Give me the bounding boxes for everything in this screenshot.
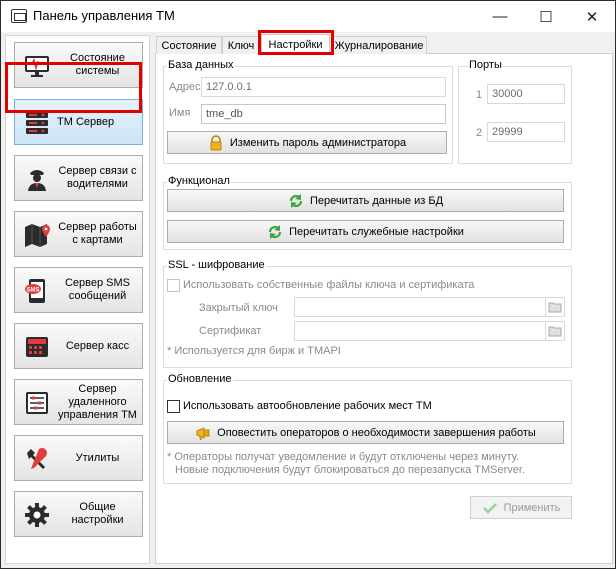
minimize-button[interactable]: — — [477, 1, 523, 32]
close-button[interactable]: ✕ — [569, 1, 615, 32]
folder-icon — [548, 302, 561, 313]
browse-private-key-button[interactable] — [545, 297, 563, 317]
certificate-field[interactable] — [294, 321, 565, 341]
port1-field[interactable]: 30000 — [487, 84, 565, 104]
svg-text:SMS: SMS — [26, 288, 39, 294]
reload-db-button[interactable]: Перечитать данные из БД — [167, 189, 564, 212]
tools-icon — [27, 448, 47, 469]
window-title: Панель управления ТМ — [33, 8, 175, 23]
sidebar-item-label: Утилиты — [75, 451, 120, 464]
notify-operators-label: Оповестить операторов о необходимости за… — [217, 426, 536, 439]
refresh-icon — [268, 224, 282, 239]
refresh-icon — [289, 193, 303, 208]
title-bar: Панель управления ТМ — ☐ ✕ — [1, 1, 615, 32]
sidebar-item-general-settings[interactable]: Общие настройки — [14, 491, 143, 537]
sidebar-item-utilities[interactable]: Утилиты — [14, 435, 143, 481]
db-name-label: Имя — [169, 107, 191, 119]
port1-label: 1 — [476, 89, 483, 101]
map-icon — [25, 224, 50, 247]
lock-icon — [210, 134, 222, 150]
driver-icon — [28, 170, 46, 191]
browse-certificate-button[interactable] — [545, 321, 563, 341]
update-legend: Обновление — [167, 373, 233, 385]
private-key-label: Закрытый ключ — [199, 302, 278, 314]
ssl-legend: SSL - шифрование — [167, 259, 266, 271]
sidebar-item-map-server[interactable]: Сервер работы с картами — [14, 211, 143, 257]
apply-button[interactable]: Применить — [470, 496, 572, 519]
megaphone-icon — [196, 426, 210, 440]
gear-icon — [25, 503, 49, 527]
server-icon — [26, 112, 48, 134]
sidebar-item-cash-server[interactable]: Сервер касс — [14, 323, 143, 369]
address-label: Адрес — [169, 81, 201, 93]
functional-legend: Функционал — [167, 175, 231, 187]
checkmark-icon — [482, 502, 497, 514]
sidebar-item-label: Сервер работы с картами — [58, 221, 137, 246]
port2-field[interactable]: 29999 — [487, 122, 565, 142]
db-name-field[interactable]: tme_db — [201, 104, 446, 124]
sidebar-item-driver-server[interactable]: Сервер связи с водителями — [14, 155, 143, 201]
private-key-field[interactable] — [294, 297, 565, 317]
app-icon — [11, 9, 27, 23]
sidebar-item-label: Сервер SMS сообщений — [64, 277, 131, 302]
port2-label: 2 — [476, 127, 483, 139]
sidebar-item-label: Сервер касс — [65, 339, 130, 352]
apply-label: Применить — [503, 501, 561, 514]
tab-selection-highlight — [258, 30, 334, 55]
ports-group — [458, 66, 572, 164]
reload-settings-button[interactable]: Перечитать служебные настройки — [167, 220, 564, 243]
sidebar-item-remote-control-server[interactable]: Сервер удаленного управления ТМ — [14, 379, 143, 425]
sidebar-item-label: Сервер связи с водителями — [58, 165, 137, 190]
reload-db-label: Перечитать данные из БД — [309, 194, 444, 207]
ssl-note: * Используется для бирж и TMAPI — [167, 345, 341, 357]
auto-update-label: Использовать автообновление рабочих мест… — [183, 400, 432, 412]
main-window: Панель управления ТМ — ☐ ✕ Состояние сис… — [0, 0, 616, 569]
use-own-files-checkbox[interactable] — [167, 279, 180, 292]
reload-settings-label: Перечитать служебные настройки — [289, 225, 464, 238]
ports-legend: Порты — [468, 59, 503, 71]
settings-panel: База данных Адрес 127.0.0.1 Имя tme_db И… — [155, 53, 613, 564]
sidebar-item-label: Сервер удаленного управления ТМ — [58, 382, 137, 421]
change-password-button[interactable]: Изменить пароль администратора — [167, 131, 447, 154]
sms-icon: SMS — [25, 279, 45, 303]
tab-status[interactable]: Состояние — [156, 36, 222, 54]
auto-update-checkbox[interactable] — [167, 400, 180, 413]
folder-icon — [548, 326, 561, 337]
address-field[interactable]: 127.0.0.1 — [201, 77, 446, 97]
change-password-label: Изменить пароль администратора — [229, 136, 407, 149]
database-legend: База данных — [167, 59, 235, 71]
notify-operators-button[interactable]: Оповестить операторов о необходимости за… — [167, 421, 564, 444]
update-note-line2: Новые подключения будут блокироваться до… — [175, 464, 526, 476]
selection-highlight — [5, 62, 142, 113]
use-own-files-label: Использовать собственные файлы ключа и с… — [183, 279, 475, 291]
tab-logging[interactable]: Журналирование — [331, 36, 427, 54]
sidebar-item-label: Общие настройки — [71, 501, 124, 526]
remote-control-icon — [26, 392, 48, 414]
tab-key[interactable]: Ключ — [222, 36, 260, 54]
sidebar-item-sms-server[interactable]: SMS Сервер SMS сообщений — [14, 267, 143, 313]
update-note-line1: * Операторы получат уведомление и будут … — [167, 451, 520, 463]
sidebar: Состояние системы ТМ Сервер Сервер связи… — [5, 35, 150, 564]
certificate-label: Сертификат — [199, 325, 262, 337]
cash-register-icon — [26, 337, 48, 357]
maximize-button[interactable]: ☐ — [523, 1, 569, 32]
